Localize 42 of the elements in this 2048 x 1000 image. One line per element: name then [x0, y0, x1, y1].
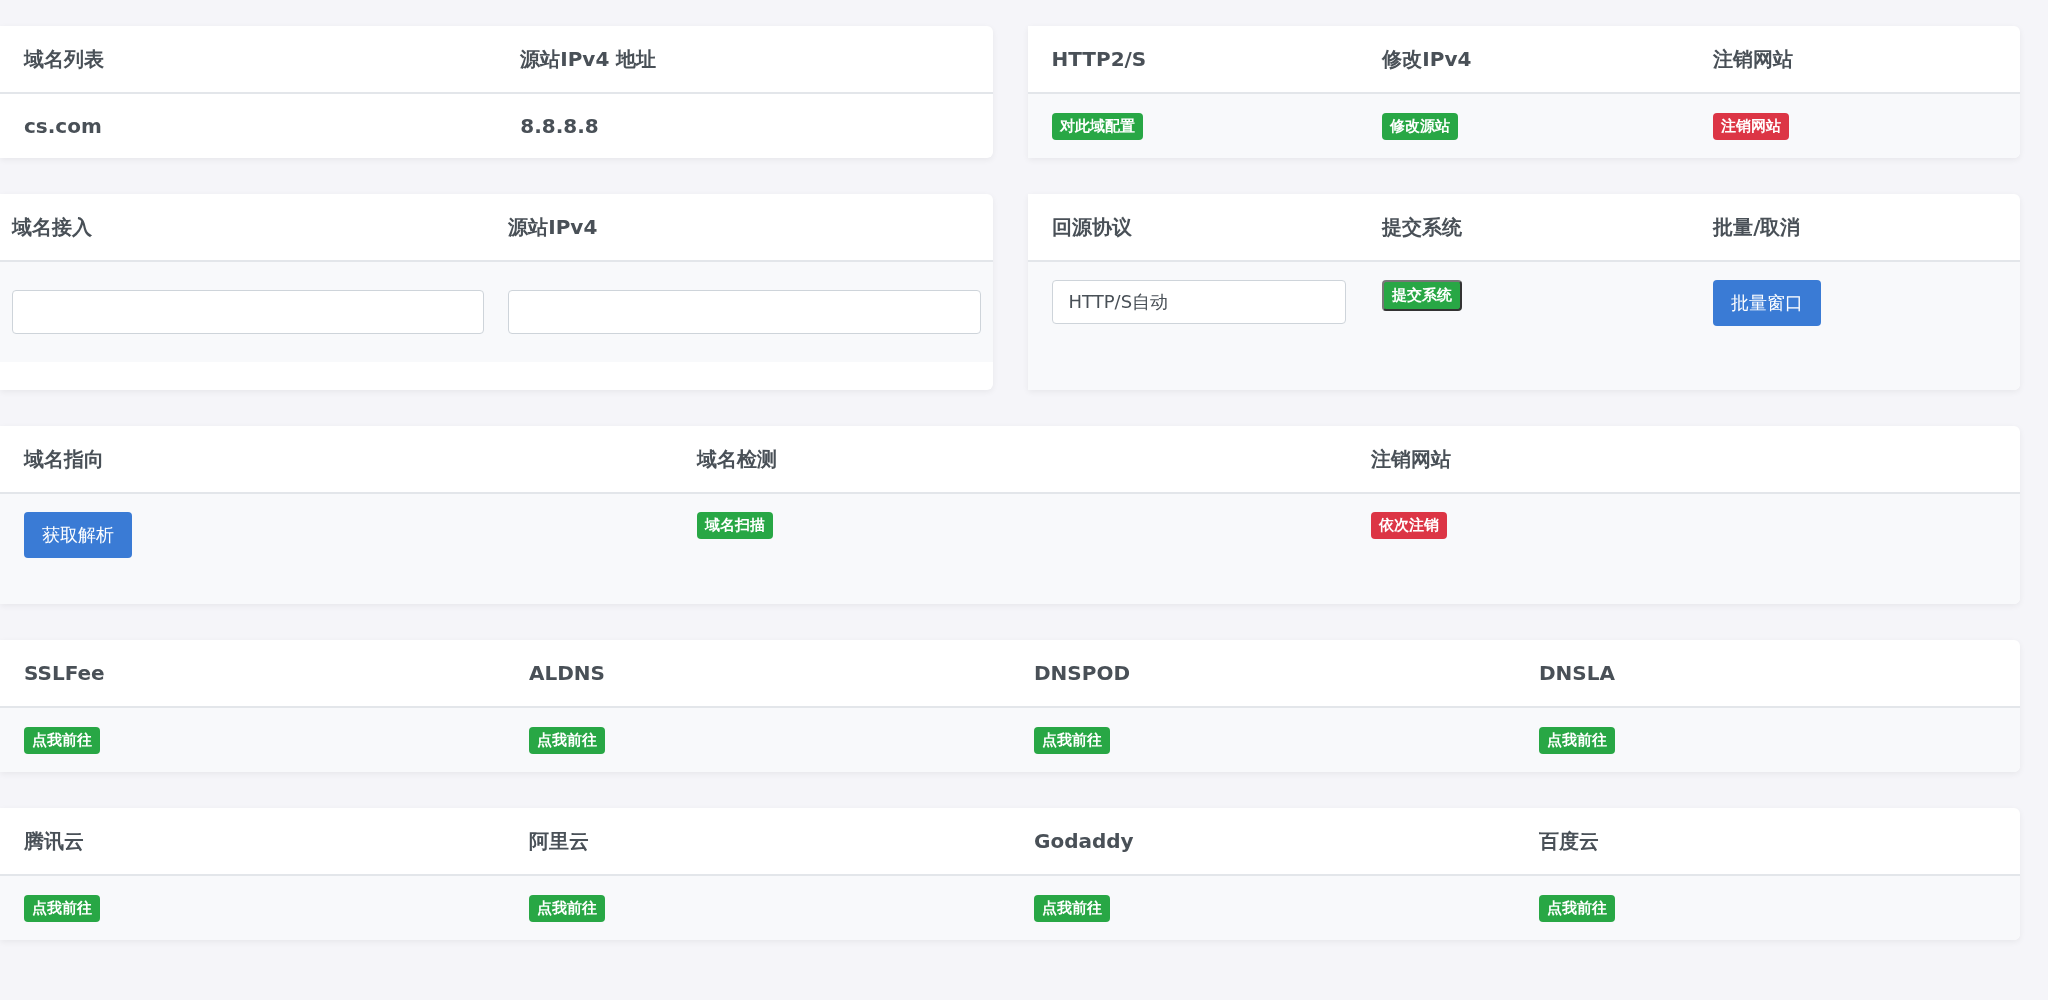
- column-header: 注销网站: [1713, 45, 1794, 73]
- column-header: 修改IPv4: [1382, 45, 1472, 73]
- input-field[interactable]: HTTP/S自动: [1051, 280, 1347, 324]
- action-button[interactable]: 获取解析: [24, 512, 132, 558]
- column-header: HTTP2/S: [1051, 47, 1147, 71]
- input-field[interactable]: [12, 290, 485, 334]
- column-header: DNSLA: [1539, 661, 1615, 685]
- column-header: 源站IPv4: [508, 213, 598, 241]
- column-header: 域名指向: [24, 445, 104, 473]
- table-cell: cs.com: [24, 114, 102, 138]
- badge-link[interactable]: 点我前往: [1539, 894, 1615, 922]
- badge-link[interactable]: 点我前往: [529, 726, 605, 754]
- column-header: 腾讯云: [24, 827, 84, 855]
- column-header: Godaddy: [1034, 829, 1134, 853]
- badge-link[interactable]: 对此域配置: [1051, 112, 1143, 140]
- badge-link[interactable]: 点我前往: [24, 894, 100, 922]
- badge-link[interactable]: 依次注销: [1370, 512, 1447, 539]
- column-header: 提交系统: [1382, 213, 1463, 241]
- badge-link[interactable]: 点我前往: [24, 726, 100, 754]
- badge-link[interactable]: 点我前往: [529, 894, 605, 922]
- column-header: 批量/取消: [1713, 213, 1801, 241]
- column-header: 域名接入: [12, 213, 92, 241]
- badge-link[interactable]: 点我前往: [1034, 894, 1110, 922]
- column-header: 回源协议: [1051, 213, 1132, 241]
- column-header: ALDNS: [529, 661, 605, 685]
- table-cell: 8.8.8.8: [520, 114, 599, 138]
- action-button[interactable]: 批量窗口: [1713, 280, 1822, 326]
- column-header: 阿里云: [529, 827, 589, 855]
- input-field[interactable]: [508, 290, 981, 334]
- badge-link[interactable]: 修改源站: [1382, 112, 1459, 140]
- badge-link[interactable]: 点我前往: [1539, 726, 1615, 754]
- badge-link[interactable]: 提交系统: [1382, 280, 1463, 311]
- badge-link[interactable]: 注销网站: [1713, 112, 1790, 140]
- column-header: 源站IPv4 地址: [520, 45, 657, 73]
- badge-link[interactable]: 域名扫描: [697, 512, 774, 539]
- column-header: DNSPOD: [1034, 661, 1130, 685]
- column-header: 注销网站: [1370, 445, 1451, 473]
- column-header: 域名检测: [697, 445, 778, 473]
- column-header: 域名列表: [24, 45, 104, 73]
- column-header: SSLFee: [24, 661, 105, 685]
- column-header: 百度云: [1539, 827, 1599, 855]
- badge-link[interactable]: 点我前往: [1034, 726, 1110, 754]
